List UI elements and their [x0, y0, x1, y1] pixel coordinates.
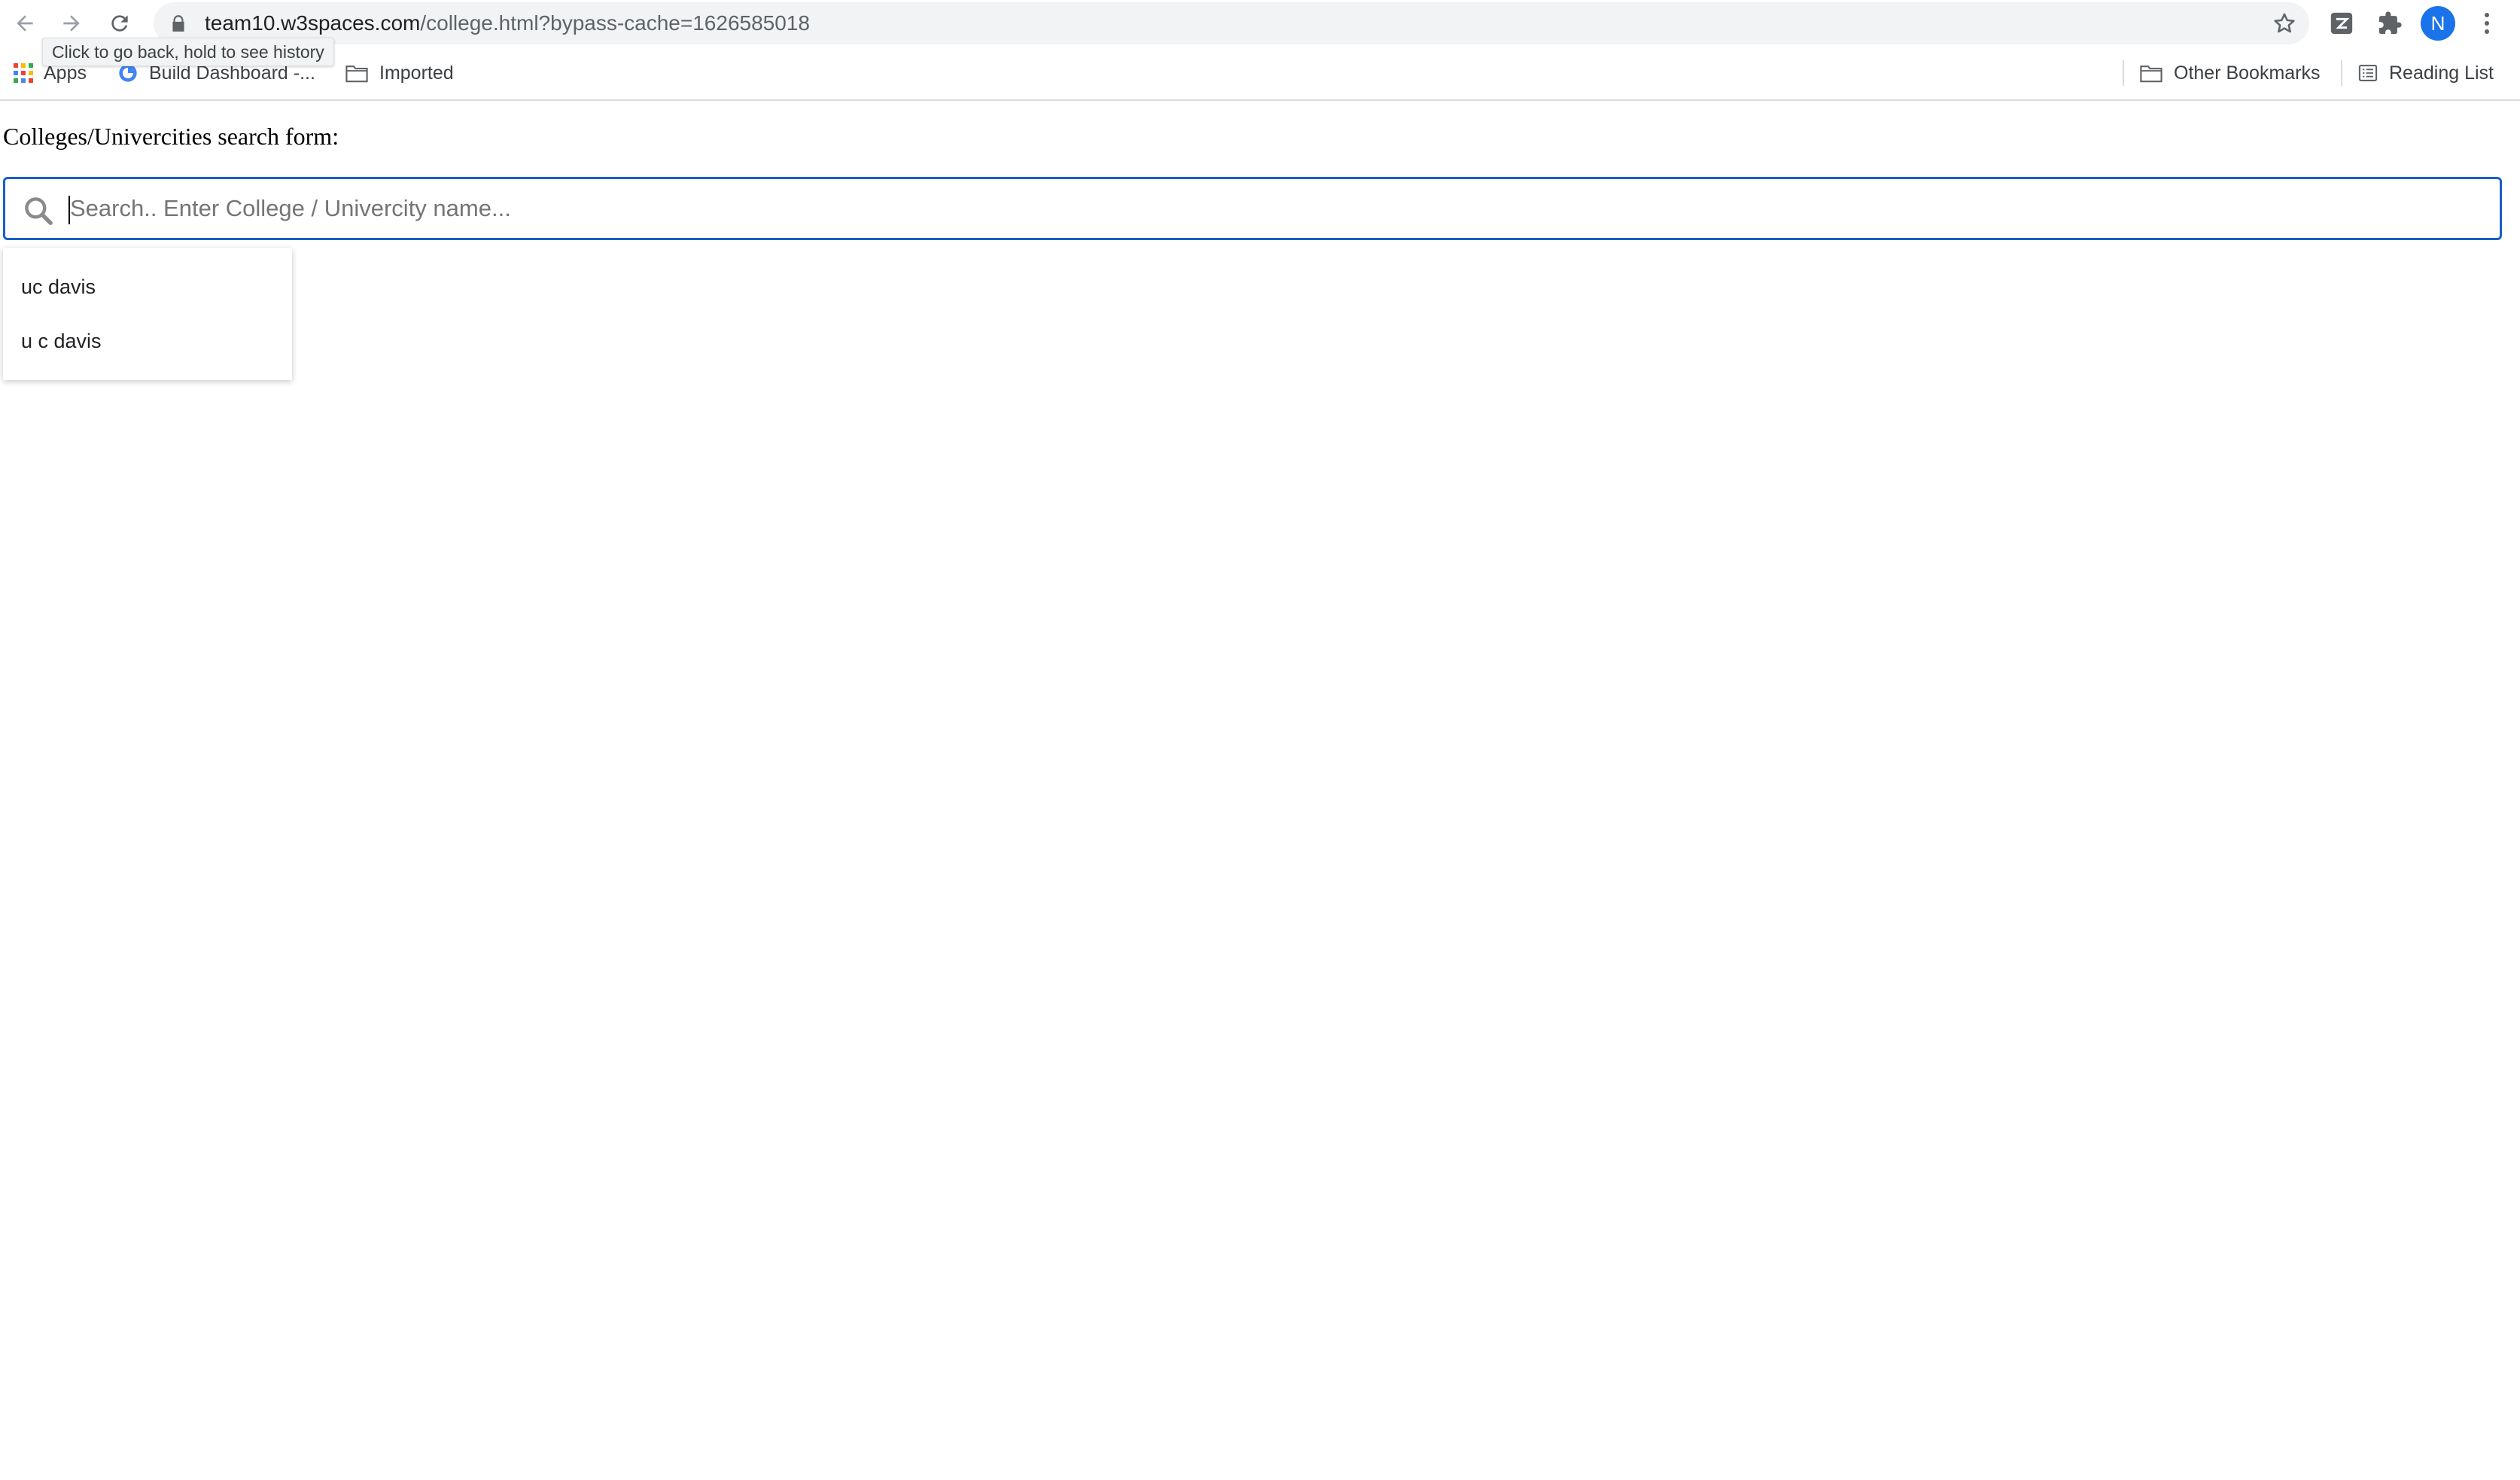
folder-icon [2140, 65, 2162, 83]
bookmarks-divider [2123, 60, 2124, 86]
menu-dot-icon [2485, 21, 2489, 26]
browser-window: team10.w3spaces.com/college.html?bypass-… [0, 0, 2520, 1480]
bookmark-other-bookmarks[interactable]: Other Bookmarks [2139, 57, 2321, 89]
extensions-menu-button[interactable] [2374, 8, 2406, 39]
browser-menu-button[interactable] [2473, 8, 2500, 39]
arrow-left-icon [17, 15, 33, 32]
bookmarks-bar: Apps Build Dashboard -... Imported Other… [0, 47, 2520, 101]
forward-button[interactable] [54, 6, 89, 41]
extension-button[interactable] [2326, 8, 2357, 39]
search-box[interactable] [3, 177, 2502, 240]
back-button[interactable] [8, 6, 42, 41]
college-search-input[interactable] [65, 185, 2474, 232]
address-bar[interactable]: team10.w3spaces.com/college.html?bypass-… [154, 2, 2309, 44]
lock-icon [172, 15, 184, 32]
puzzle-icon [2378, 11, 2402, 35]
bookmarks-divider [2341, 60, 2342, 86]
back-button-tooltip: Click to go back, hold to see history [42, 38, 334, 66]
bookmark-star-icon[interactable] [2272, 11, 2297, 36]
reload-button[interactable] [102, 6, 137, 41]
browser-toolbar: team10.w3spaces.com/college.html?bypass-… [0, 0, 2520, 47]
autocomplete-dropdown: uc davis u c davis [3, 248, 292, 380]
extension-z-icon [2330, 12, 2353, 35]
apps-grid-icon [14, 63, 33, 83]
menu-dot-icon [2485, 13, 2489, 17]
url-host: team10.w3spaces.com [205, 11, 421, 35]
reload-icon [111, 15, 128, 32]
bookmark-label: Reading List [2389, 62, 2494, 84]
suggestion-item[interactable]: uc davis [3, 260, 292, 314]
reading-list-icon [2358, 65, 2378, 81]
suggestion-item[interactable]: u c davis [3, 314, 292, 368]
bookmark-label: Imported [379, 62, 454, 84]
page-title: Colleges/Univercities search form: [3, 123, 339, 150]
folder-icon [345, 65, 368, 83]
arrow-right-icon [63, 15, 80, 32]
bookmark-reading-list[interactable]: Reading List [2357, 57, 2494, 89]
search-icon [25, 197, 53, 225]
bookmark-imported[interactable]: Imported [345, 57, 454, 89]
bookmark-label: Other Bookmarks [2174, 62, 2321, 84]
menu-dot-icon [2485, 29, 2489, 34]
text-cursor [68, 196, 70, 224]
profile-avatar[interactable]: N [2421, 6, 2455, 41]
url-path: /college.html?bypass-cache=1626585018 [420, 11, 810, 35]
